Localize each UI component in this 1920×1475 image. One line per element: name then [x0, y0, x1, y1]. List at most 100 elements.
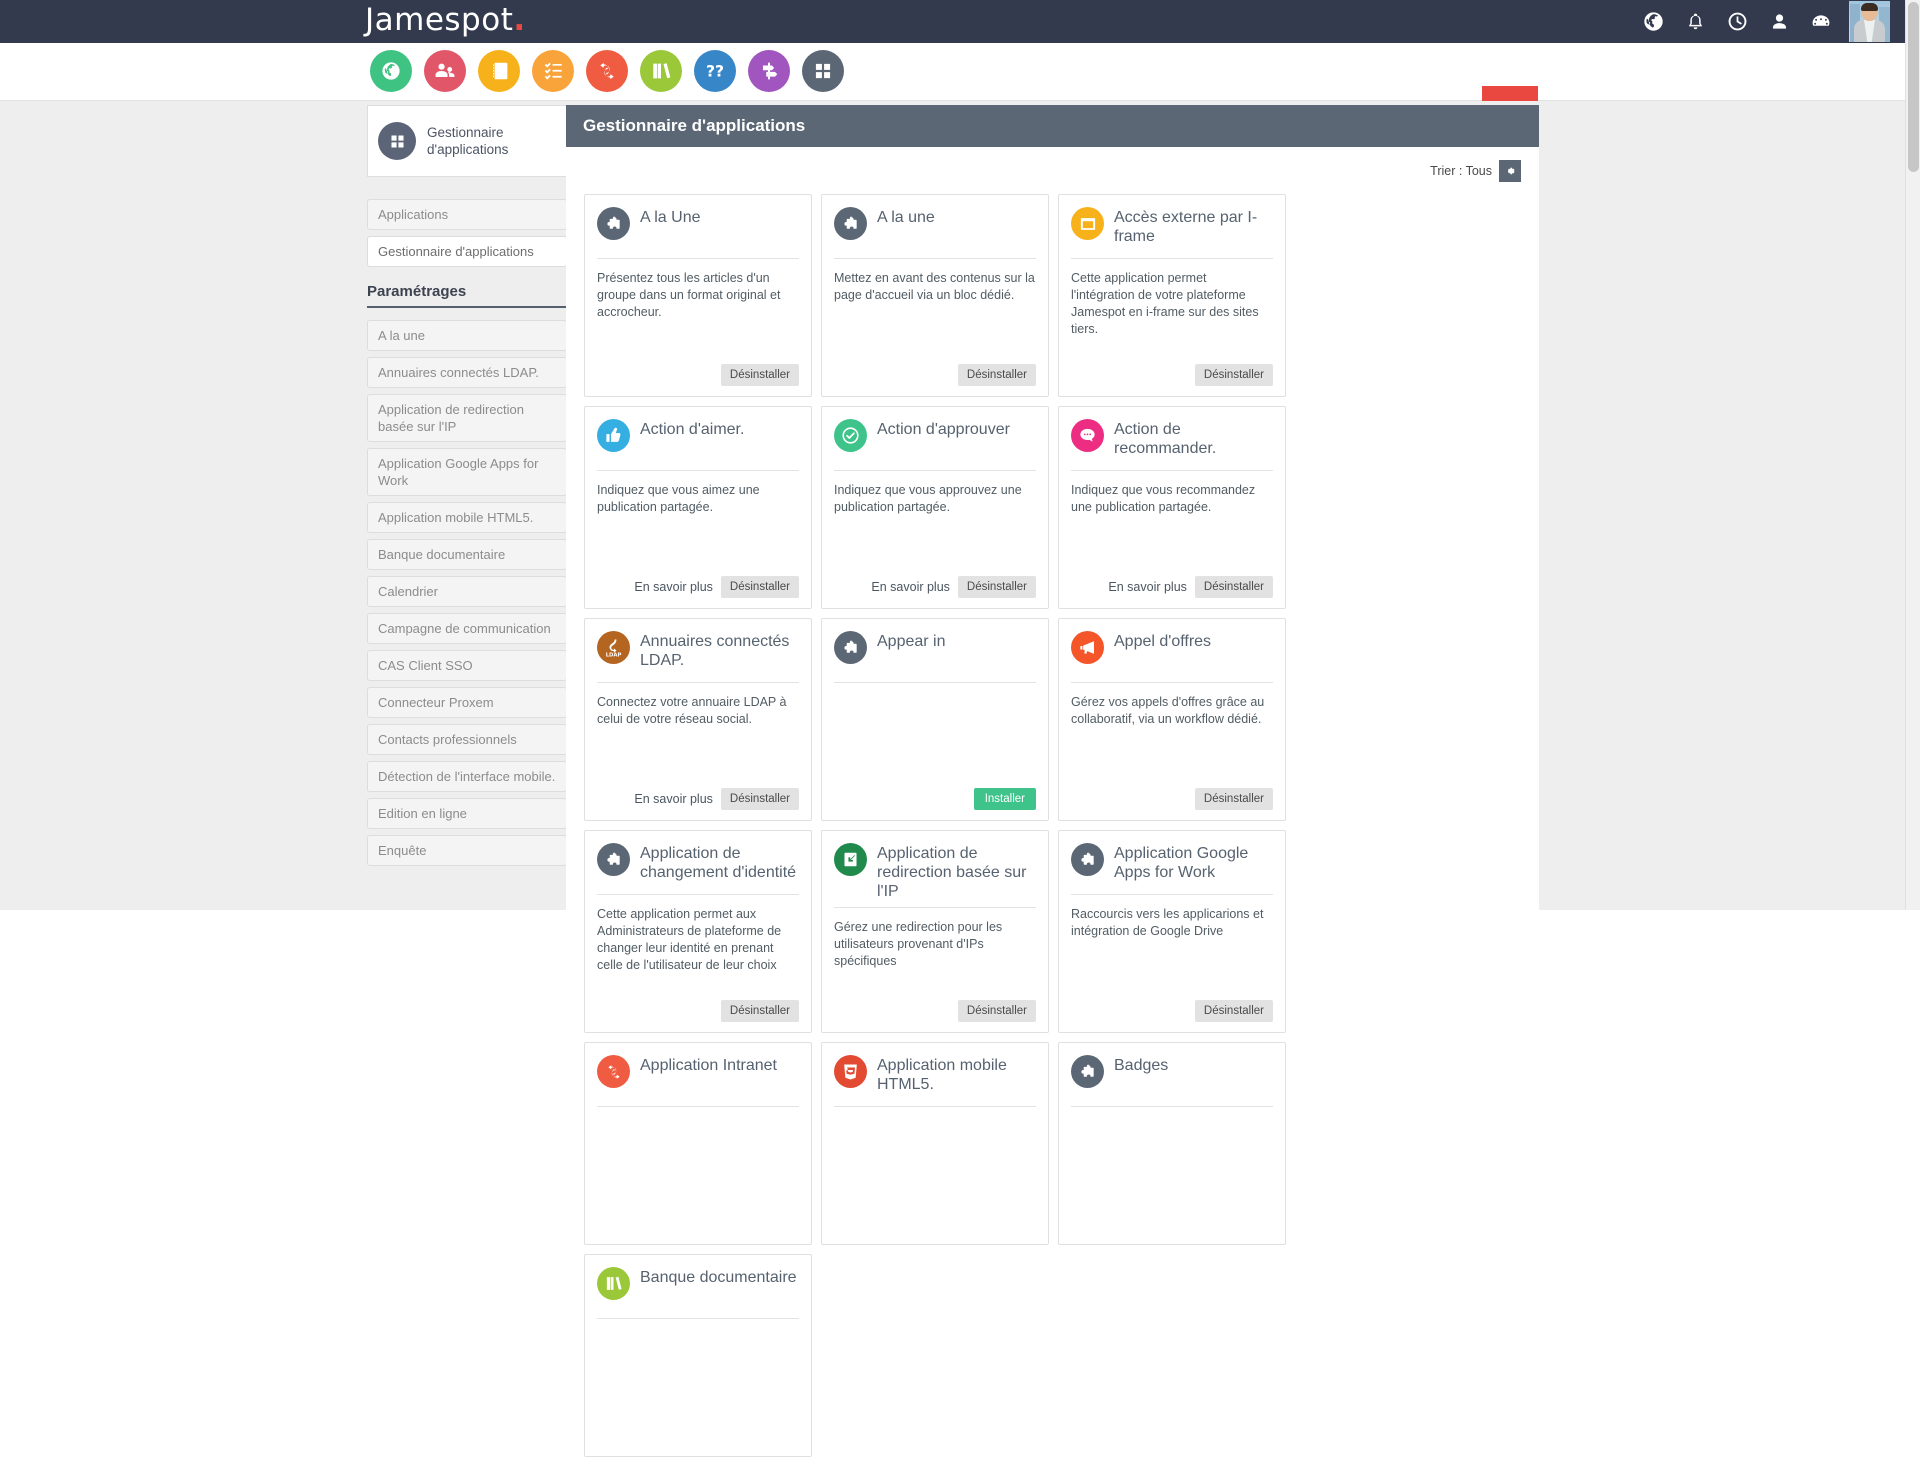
app-card-title[interactable]: A la Une — [640, 206, 700, 227]
install-button[interactable]: Installer — [973, 788, 1036, 810]
uninstall-button[interactable]: Désinstaller — [1194, 1000, 1273, 1022]
signpost-icon[interactable] — [748, 50, 790, 92]
people-icon[interactable] — [424, 50, 466, 92]
html5-icon — [834, 1055, 867, 1088]
brand-dot: . — [513, 2, 526, 38]
app-card-actions: Désinstaller — [720, 1000, 799, 1022]
uninstall-button[interactable]: Désinstaller — [720, 364, 799, 386]
clock-icon[interactable] — [1726, 11, 1748, 33]
binders-icon[interactable] — [640, 50, 682, 92]
sidebar-item-calendrier[interactable]: Calendrier — [367, 576, 567, 607]
uninstall-button[interactable]: Désinstaller — [1194, 788, 1273, 810]
app-card-title[interactable]: Action d'aimer. — [640, 418, 744, 439]
app-card: Accès externe par I-frame Cette applicati… — [1058, 194, 1286, 397]
sidebar-item-edition-en-ligne[interactable]: Edition en ligne — [367, 798, 567, 829]
uninstall-button[interactable]: Désinstaller — [1194, 576, 1273, 598]
app-icon-group: ?? — [370, 50, 844, 92]
address-book-icon[interactable] — [478, 50, 520, 92]
apps-grid-icon — [378, 122, 416, 160]
learn-more-link[interactable]: En savoir plus — [1108, 580, 1187, 594]
learn-more-link[interactable]: En savoir plus — [634, 792, 713, 806]
puzzle-icon — [597, 207, 630, 240]
sidebar-item-connecteur-proxem[interactable]: Connecteur Proxem — [367, 687, 567, 718]
sidebar-item-campagne-communication[interactable]: Campagne de communication — [367, 613, 567, 644]
sidebar-item-google-apps[interactable]: Application Google Apps for Work — [367, 448, 567, 496]
app-card: LDAP Annuaires connectés LDAP. Connectez v… — [584, 618, 812, 821]
app-card-header: A la Une — [597, 206, 799, 252]
user-icon[interactable] — [1768, 11, 1790, 33]
page-scrollbar[interactable] — [1905, 0, 1920, 910]
app-card-title[interactable]: Appel d'offres — [1114, 630, 1211, 651]
app-card-title[interactable]: A la une — [877, 206, 935, 227]
checklist-icon[interactable] — [532, 50, 574, 92]
app-card-title[interactable]: Appear in — [877, 630, 946, 651]
uninstall-button[interactable]: Désinstaller — [957, 576, 1036, 598]
app-card-actions: Désinstaller — [957, 1000, 1036, 1022]
window-icon — [1071, 207, 1104, 240]
avatar[interactable] — [1849, 1, 1890, 42]
sidebar-item-gestionnaire-applications[interactable]: Gestionnaire d'applications — [367, 236, 567, 267]
uninstall-button[interactable]: Désinstaller — [720, 1000, 799, 1022]
app-card-header: LDAP Annuaires connectés LDAP. — [597, 630, 799, 676]
sidebar-item-cas-client-sso[interactable]: CAS Client SSO — [367, 650, 567, 681]
sidebar-item-detection-interface-mobile[interactable]: Détection de l'interface mobile. — [367, 761, 567, 792]
app-card: A la une Mettez en avant des contenus sur… — [821, 194, 1049, 397]
app-card-title[interactable]: Badges — [1114, 1054, 1168, 1075]
sidebar-header[interactable]: Gestionnaire d'applications — [367, 105, 567, 177]
topbar-icon-group — [1642, 0, 1832, 43]
app-card-title[interactable]: Application de changement d'identité — [640, 842, 799, 882]
app-card-header: Action d'aimer. — [597, 418, 799, 464]
app-card-grid: A la Une Présentez tous les articles d'un… — [584, 194, 1521, 1457]
uninstall-button[interactable]: Désinstaller — [957, 364, 1036, 386]
bell-icon[interactable] — [1684, 11, 1706, 33]
svg-text:LDAP: LDAP — [606, 653, 622, 659]
learn-more-link[interactable]: En savoir plus — [871, 580, 950, 594]
help-icon[interactable]: ?? — [694, 50, 736, 92]
sidebar-item-annuaires-ldap[interactable]: Annuaires connectés LDAP. — [367, 357, 567, 388]
gear-icon[interactable] — [1499, 159, 1521, 182]
sync-icon[interactable] — [586, 50, 628, 92]
app-card-title[interactable]: Action de recommander. — [1114, 418, 1273, 458]
sidebar-item-a-la-une[interactable]: A la une — [367, 320, 567, 351]
speech-bubble-icon — [1071, 419, 1104, 452]
puzzle-icon — [1071, 1055, 1104, 1088]
app-card-title[interactable]: Banque documentaire — [640, 1266, 797, 1287]
app-card-title[interactable]: Application mobile HTML5. — [877, 1054, 1036, 1094]
app-card-actions: En savoir plus Désinstaller — [634, 576, 799, 598]
app-card-title[interactable]: Accès externe par I-frame — [1114, 206, 1273, 246]
puzzle-icon — [1071, 843, 1104, 876]
brand-logo[interactable]: Jamespot. — [365, 2, 526, 38]
app-card-title[interactable]: Application Intranet — [640, 1054, 777, 1075]
scrollbar-thumb[interactable] — [1908, 2, 1919, 172]
apps-grid-icon[interactable] — [802, 50, 844, 92]
puzzle-icon — [834, 207, 867, 240]
uninstall-button[interactable]: Désinstaller — [720, 788, 799, 810]
app-card-header: Action d'approuver — [834, 418, 1036, 464]
globe-icon[interactable] — [370, 50, 412, 92]
app-card-actions: En savoir plus Désinstaller — [634, 788, 799, 810]
sidebar-item-banque-documentaire[interactable]: Banque documentaire — [367, 539, 567, 570]
world-icon[interactable] — [1642, 11, 1664, 33]
sort-label: Trier : Tous — [1430, 163, 1492, 178]
app-card-title[interactable]: Annuaires connectés LDAP. — [640, 630, 799, 670]
learn-more-link[interactable]: En savoir plus — [634, 580, 713, 594]
uninstall-button[interactable]: Désinstaller — [720, 576, 799, 598]
sidebar-item-contacts-professionnels[interactable]: Contacts professionnels — [367, 724, 567, 755]
sidebar-item-applications[interactable]: Applications — [367, 199, 567, 230]
app-card-title[interactable]: Application Google Apps for Work — [1114, 842, 1273, 882]
main-panel: Gestionnaire d'applications Trier : Tous… — [566, 105, 1539, 1475]
sidebar-item-redirection-ip[interactable]: Application de redirection basée sur l'I… — [367, 394, 567, 442]
svg-text:??: ?? — [706, 63, 724, 81]
dashboard-icon[interactable] — [1810, 11, 1832, 33]
app-card-title[interactable]: Action d'approuver — [877, 418, 1010, 439]
app-card: Action d'approuver Indiquez que vous appr… — [821, 406, 1049, 609]
sidebar-item-mobile-html5[interactable]: Application mobile HTML5. — [367, 502, 567, 533]
sidebar: Gestionnaire d'applications Applications… — [367, 105, 567, 872]
binders-icon — [597, 1267, 630, 1300]
app-card: Appear in Installer — [821, 618, 1049, 821]
sidebar-item-enquete[interactable]: Enquête — [367, 835, 567, 866]
app-card-title[interactable]: Application de redirection basée sur l'I… — [877, 842, 1036, 901]
avatar-hair — [1861, 3, 1878, 11]
uninstall-button[interactable]: Désinstaller — [1194, 364, 1273, 386]
uninstall-button[interactable]: Désinstaller — [957, 1000, 1036, 1022]
